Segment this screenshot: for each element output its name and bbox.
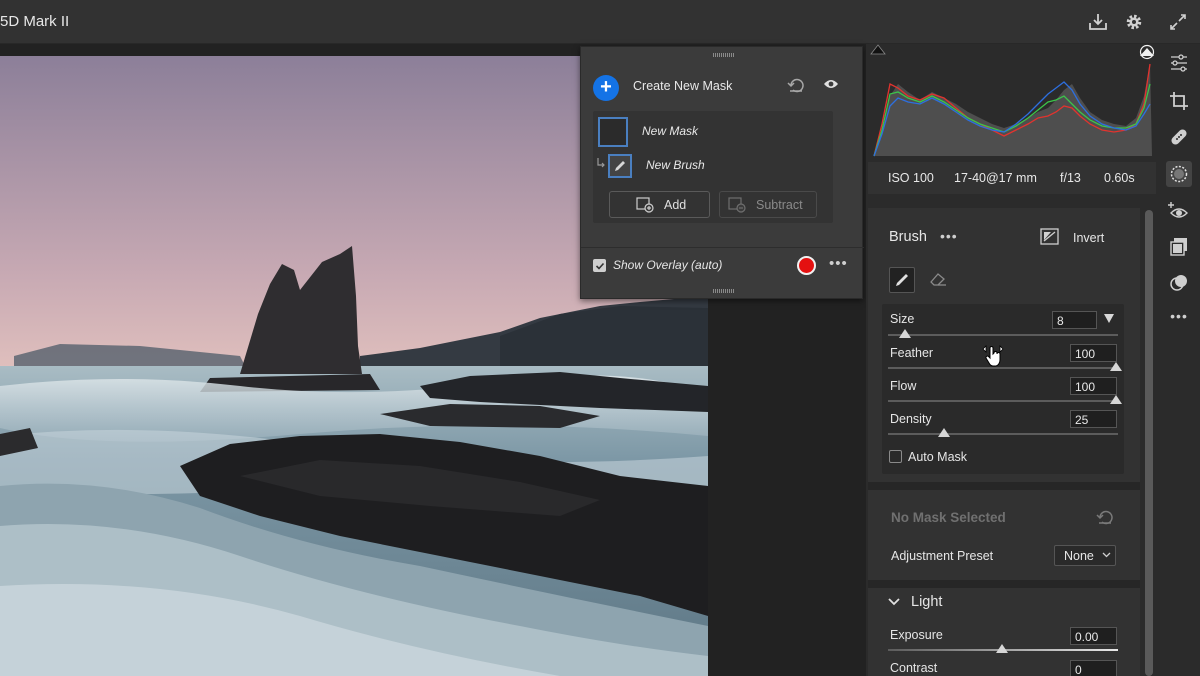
shutter-value: 0.60s [1104,171,1135,185]
shadow-clipping-icon [870,44,886,55]
feather-slider-thumb[interactable] [1110,362,1122,371]
expand-icon[interactable] [1166,10,1190,34]
flow-slider[interactable] [888,400,1118,402]
panel-grip-bottom[interactable] [713,289,735,293]
iso-value: ISO 100 [888,171,934,185]
aperture-value: f/13 [1060,171,1081,185]
show-overlay-checkbox[interactable] [593,259,606,272]
subtract-button[interactable]: Subtract [719,191,817,218]
healing-icon[interactable] [1166,124,1192,150]
lens-value: 17-40@17 mm [954,171,1037,185]
mask-thumbnail[interactable] [598,117,628,147]
overlay-row: Show Overlay (auto) ••• [581,247,864,283]
size-slider[interactable] [888,334,1118,336]
density-slider-thumb[interactable] [938,428,950,437]
red-eye-icon[interactable] [1166,198,1192,224]
density-label: Density [890,412,932,426]
feather-value[interactable]: 100 [1070,344,1117,362]
invert-label[interactable]: Invert [1073,231,1104,245]
size-value[interactable]: 8 [1052,311,1097,329]
size-slider-thumb[interactable] [899,329,911,338]
mask-section-title: No Mask Selected [891,510,1006,525]
add-button[interactable]: Add [609,191,710,218]
feather-label: Feather [890,346,934,360]
flow-value[interactable]: 100 [1070,377,1117,395]
document-title: 5D Mark II [0,13,70,30]
create-new-mask-button[interactable]: + [593,75,619,101]
child-arrow-icon [596,157,606,169]
chevron-down-icon [1102,551,1111,559]
subtract-label: Subtract [756,197,803,212]
exposure-value[interactable]: 0.00 [1070,627,1117,645]
size-dropdown-icon[interactable] [1104,314,1114,323]
light-chevron-icon[interactable] [888,597,900,607]
scrollbar-thumb[interactable] [1145,210,1153,676]
adjustment-preset-label: Adjustment Preset [891,549,994,563]
contrast-label: Contrast [890,661,938,675]
eye-icon[interactable] [823,78,839,90]
flow-label: Flow [890,379,917,393]
contrast-value[interactable]: 0 [1070,660,1117,676]
light-title[interactable]: Light [911,594,942,610]
adjustment-preset-dropdown[interactable]: None [1054,545,1116,566]
section-divider [868,580,1140,588]
add-mask-icon [636,196,654,213]
brush-thumbnail[interactable] [608,154,632,178]
reset-icon[interactable] [787,77,805,93]
exposure-slider-thumb[interactable] [996,644,1008,653]
invert-icon[interactable] [1040,228,1059,245]
top-bar: 5D Mark II [0,0,1200,44]
density-slider[interactable] [888,433,1118,435]
eraser-tool-icon[interactable] [928,270,948,288]
add-label: Add [664,197,687,212]
mask-panel: + Create New Mask New Mask New Brush Add… [580,46,864,299]
section-divider [868,482,1140,490]
flow-slider-thumb[interactable] [1110,395,1122,404]
show-overlay-label[interactable]: Show Overlay (auto) [613,258,722,272]
snapshots-icon[interactable] [1166,270,1192,296]
size-label: Size [890,312,915,326]
subtract-mask-icon [728,196,746,213]
auto-mask-checkbox[interactable] [889,450,902,463]
crop-icon[interactable] [1166,88,1192,114]
exif-info: ISO 100 17-40@17 mm f/13 0.60s [868,162,1156,194]
mask-name[interactable]: New Mask [642,124,698,138]
panel-grip-top[interactable] [713,53,735,57]
brush-name[interactable]: New Brush [646,158,705,172]
histogram [868,44,1156,162]
masking-icon[interactable] [1166,161,1192,187]
exposure-label: Exposure [890,628,943,642]
brush-tool-icon[interactable] [889,267,915,293]
auto-mask-label[interactable]: Auto Mask [908,450,967,464]
overlay-color-swatch[interactable] [797,256,816,275]
density-value[interactable]: 25 [1070,410,1117,428]
presets-icon[interactable] [1166,234,1192,260]
more-tools-icon[interactable]: ••• [1166,303,1192,329]
brush-title: Brush [889,229,927,245]
mask-reset-icon[interactable] [1096,509,1114,525]
hand-cursor-icon [982,344,1004,368]
create-new-mask-label[interactable]: Create New Mask [633,79,732,93]
gear-icon[interactable] [1122,10,1146,34]
download-icon[interactable] [1086,10,1110,34]
brush-more-icon[interactable]: ••• [940,228,958,244]
edit-sliders-icon[interactable] [1166,50,1192,76]
overlay-more-icon[interactable]: ••• [829,255,848,272]
adjustment-preset-value: None [1064,549,1094,563]
